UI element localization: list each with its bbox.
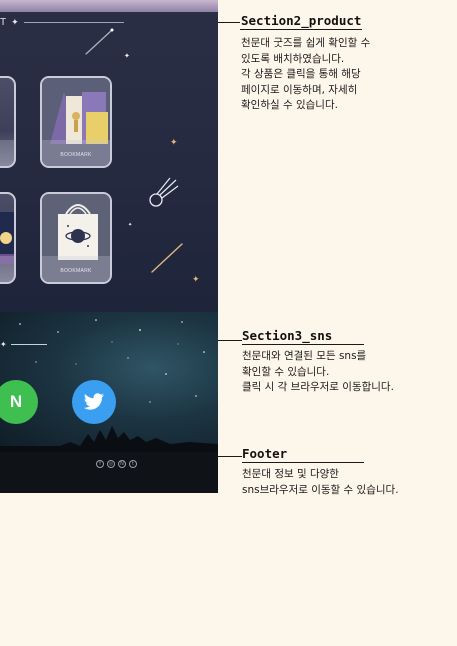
star: ✦ [192,275,200,285]
card-label: BOOKMARK [60,268,92,274]
twitter-bird-icon [83,393,104,410]
annotation-title: Footer [242,446,288,461]
sparkle-icon: ✦ [0,340,7,349]
annotation-connector [218,340,242,341]
section3-heading: ✦ [0,340,47,349]
star [110,28,114,32]
card-caption-bg [0,256,14,282]
tree-silhouette [0,426,218,452]
footer-sns-icons: f ◎ N t [96,460,137,468]
facebook-icon[interactable]: f [96,460,104,468]
comet-icon [149,177,179,207]
product-card[interactable] [0,192,16,284]
product-card-bookmark[interactable]: BOOKMARK [40,76,112,168]
star: ✦ [170,138,178,148]
naver-icon[interactable]: N [118,460,126,468]
card-caption-bg [0,140,14,166]
annotation-underline [240,29,362,30]
annotation-underline [242,344,364,345]
annotation-description: 천문대 굿즈를 쉽게 확인할 수 있도록 배치하였습니다. 각 상품은 클릭을 … [241,37,371,111]
annotation-connector [218,456,242,457]
annotation-connector [218,22,240,23]
annotation-title: Section3_sns [242,328,333,343]
website-mockup: T ✦ ✦ ✦ ✦ ✦ BOOKMARK BOOKMARK ✦ N f ◎ N … [0,0,218,493]
section2-product: T ✦ ✦ ✦ ✦ ✦ BOOKMARK BOOKMARK [0,0,218,312]
annotation-description: 천문대와 연결된 모든 sns를 확인할 수 있습니다. 클릭 시 각 브라우저… [242,350,394,393]
instagram-icon[interactable]: ◎ [107,460,115,468]
twitter-icon[interactable]: t [129,460,137,468]
section3-sns: ✦ N [0,312,218,452]
card-label: BOOKMARK [60,152,92,158]
star: ✦ [128,222,132,228]
product-card[interactable] [0,76,16,168]
footer: f ◎ N t [0,452,218,493]
annotation-title: Section2_product [241,13,362,28]
shooting-star [151,243,183,273]
star: ✦ [124,52,130,60]
shooting-star [85,29,113,55]
annotation-underline [242,462,364,463]
naver-letter: N [9,392,23,411]
annotation-description: 천문대 정보 및 다양한 sns브라우저로 이동할 수 있습니다. [242,468,399,496]
product-card-tote[interactable]: BOOKMARK [40,192,112,284]
heading-rule [10,344,47,345]
